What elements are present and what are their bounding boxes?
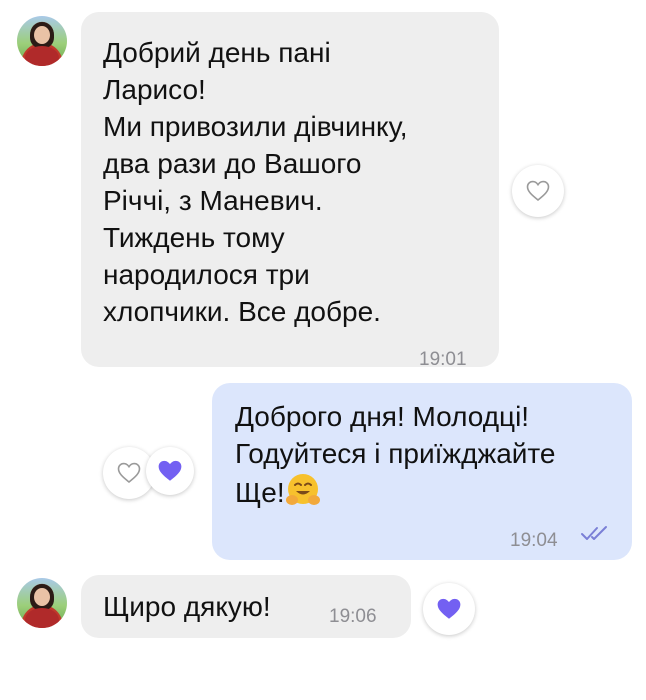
incoming-message-bubble[interactable]: Добрий день пані Ларисо! Ми привозили ді… bbox=[81, 12, 499, 370]
message-timestamp: 19:06 bbox=[329, 606, 377, 627]
incoming-message-bubble[interactable]: Щиро дякую! 19:06 bbox=[81, 575, 411, 638]
reaction-badge[interactable] bbox=[146, 447, 194, 495]
sender-avatar[interactable] bbox=[17, 578, 67, 628]
message-line: Доброго дня! Молодці! bbox=[235, 401, 530, 432]
sender-avatar[interactable] bbox=[17, 16, 67, 66]
read-receipt-icon bbox=[581, 526, 607, 540]
hugging-face-emoji-icon bbox=[285, 474, 320, 505]
message-text: Доброго дня! Молодці! Годуйтеся і приїжд… bbox=[235, 398, 556, 511]
message-line: Годуйтеся і приїжджайте bbox=[235, 438, 556, 469]
message-text: Добрий день пані Ларисо! Ми привозили ді… bbox=[103, 37, 408, 327]
like-button[interactable] bbox=[423, 583, 475, 635]
outgoing-message-bubble[interactable]: Доброго дня! Молодці! Годуйтеся і приїжд… bbox=[212, 383, 632, 560]
heart-filled-icon bbox=[158, 460, 182, 481]
message-text: Щиро дякую! bbox=[103, 591, 271, 622]
message-line: Ще! bbox=[235, 477, 285, 508]
message-line-with-emoji: Ще! bbox=[235, 472, 556, 511]
heart-outline-icon bbox=[526, 180, 550, 202]
heart-filled-icon bbox=[437, 598, 461, 619]
message-timestamp: 19:01 bbox=[419, 349, 467, 370]
heart-outline-icon bbox=[117, 462, 141, 484]
message-timestamp: 19:04 bbox=[510, 530, 558, 551]
like-button[interactable] bbox=[512, 165, 564, 217]
